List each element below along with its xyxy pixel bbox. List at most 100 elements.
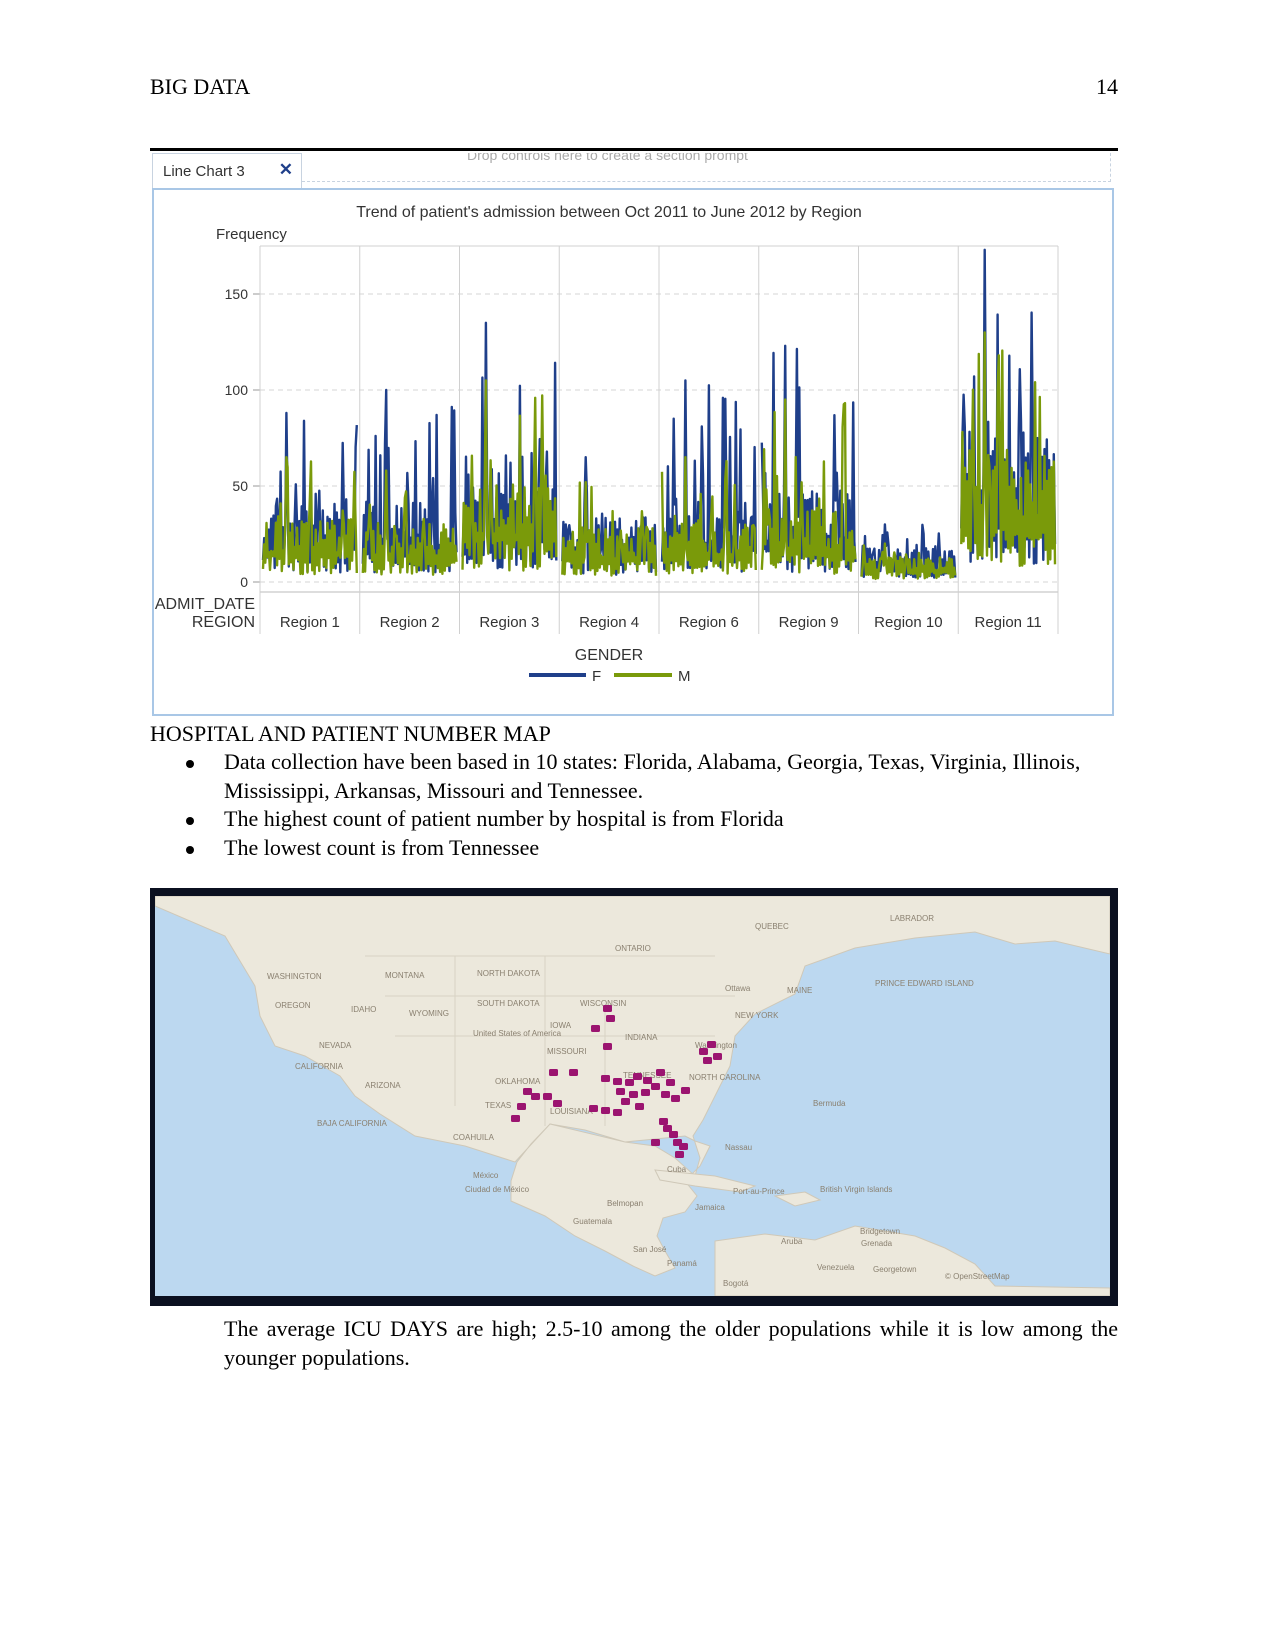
hospital-marker (659, 1118, 668, 1125)
series-line-m (760, 398, 857, 575)
panel-label: Region 2 (380, 614, 440, 631)
map-label-north-carolina: NORTH CAROLINA (689, 1073, 761, 1082)
y-axis-label: Frequency (216, 226, 287, 243)
hospital-marker (603, 1043, 612, 1050)
hospital-marker (656, 1069, 665, 1076)
hospital-marker (625, 1079, 634, 1086)
hospital-marker (517, 1103, 526, 1110)
y-tick-label: 0 (240, 574, 248, 590)
hospital-marker (621, 1098, 630, 1105)
map-label-montana: MONTANA (385, 971, 425, 980)
hospital-marker (531, 1093, 540, 1100)
map-label-north-dakota: NORTH DAKOTA (477, 969, 540, 978)
hospital-marker (707, 1041, 716, 1048)
panel-label: Region 6 (679, 614, 739, 631)
panel-label: Region 1 (280, 614, 340, 631)
hospital-marker (633, 1073, 642, 1080)
map-label-oklahoma: OKLAHOMA (495, 1077, 541, 1086)
map-label-texas: TEXAS (485, 1101, 511, 1110)
y-tick-label: 50 (232, 478, 248, 494)
panel-label: Region 9 (779, 614, 839, 631)
map-label-attribution: © OpenStreetMap (945, 1272, 1010, 1281)
hospital-marker (679, 1143, 688, 1150)
bullet-icon (186, 760, 194, 768)
map-label-wyoming: WYOMING (409, 1009, 449, 1018)
map-label-coahuila: COAHUILA (453, 1133, 495, 1142)
map-label-san-jose: San José (633, 1245, 667, 1254)
map-label-ottawa: Ottawa (725, 984, 751, 993)
bullet-text: Data collection have been based in 10 st… (224, 749, 1081, 803)
hospital-marker (629, 1091, 638, 1098)
hospital-marker (511, 1115, 520, 1122)
legend-title: GENDER (575, 647, 643, 664)
map-label-jamaica: Jamaica (695, 1203, 725, 1212)
map-label-indiana: INDIANA (625, 1033, 658, 1042)
map-label-maine: MAINE (787, 986, 812, 995)
hospital-marker (549, 1069, 558, 1076)
map-label-belmopan: Belmopan (607, 1199, 643, 1208)
list-item: Data collection have been based in 10 st… (150, 748, 1118, 805)
hospital-marker (661, 1091, 670, 1098)
hospital-marker (601, 1075, 610, 1082)
map-label-missouri: MISSOURI (547, 1047, 587, 1056)
map-label-venezuela: Venezuela (817, 1263, 855, 1272)
map-label-georgetown: Georgetown (873, 1265, 917, 1274)
panel-label: Region 11 (974, 614, 1041, 631)
line-chart-figure: Line Chart 3 ✕ Drop controls here to cre… (150, 148, 1118, 716)
map-label-south-dakota: SOUTH DAKOTA (477, 999, 540, 1008)
map-label-nassau: Nassau (725, 1143, 752, 1152)
list-item: The highest count of patient number by h… (150, 805, 1118, 834)
line-chart: Trend of patient's admission between Oct… (155, 204, 1059, 685)
map-label-british-virgin-islands: British Virgin Islands (820, 1185, 892, 1194)
running-header: BIG DATA (150, 74, 251, 99)
hospital-marker (651, 1139, 660, 1146)
x-axis-label: ADMIT_DATE (155, 596, 255, 613)
map-label-united-states: United States of America (473, 1029, 562, 1038)
legend-label-f: F (592, 668, 601, 685)
hospital-marker (569, 1069, 578, 1076)
hospital-marker (589, 1105, 598, 1112)
map-label-panama: Panamá (667, 1259, 697, 1268)
map-label-ontario: ONTARIO (615, 944, 651, 953)
hospital-marker (635, 1103, 644, 1110)
chart-frame: Trend of patient's admission between Oct… (152, 188, 1114, 716)
hospital-marker (713, 1053, 722, 1060)
x-axis-label: REGION (192, 614, 255, 631)
hospital-marker (675, 1151, 684, 1158)
map-label-bermuda: Bermuda (813, 1099, 846, 1108)
hospital-marker (616, 1088, 625, 1095)
map-label-guatemala: Guatemala (573, 1217, 613, 1226)
map-label-california: CALIFORNIA (295, 1062, 344, 1071)
map-label-louisiana: LOUISIANA (550, 1107, 593, 1116)
page-number: 14 (1096, 74, 1118, 99)
hospital-marker (523, 1088, 532, 1095)
bullet-text: The lowest count is from Tennessee (224, 834, 540, 860)
figure-top-rule (150, 148, 1118, 151)
hospital-marker (543, 1093, 552, 1100)
hospital-marker (606, 1015, 615, 1022)
y-tick-label: 150 (225, 286, 249, 302)
map-frame: QUEBEC LABRADOR ONTARIO WASHINGTON MONTANA NO… (155, 896, 1110, 1296)
hospital-map: QUEBEC LABRADOR ONTARIO WASHINGTON MONTANA NO… (155, 896, 1110, 1296)
prompt-drop-zone[interactable]: Drop controls here to create a section p… (302, 153, 1111, 182)
map-label-washington-state: WASHINGTON (267, 972, 322, 981)
chart-title: Trend of patient's admission between Oct… (356, 204, 862, 221)
bullet-text: The highest count of patient number by h… (224, 806, 784, 831)
map-label-aruba: Aruba (781, 1237, 803, 1246)
map-label-oregon: OREGON (275, 1001, 311, 1010)
hospital-marker (601, 1107, 610, 1114)
section-title: HOSPITAL AND PATIENT NUMBER MAP (150, 721, 551, 746)
map-label-idaho: IDAHO (351, 1005, 376, 1014)
map-label-arizona: ARIZONA (365, 1081, 401, 1090)
tab-line-chart[interactable]: Line Chart 3 ✕ (152, 153, 302, 189)
hospital-marker (669, 1131, 678, 1138)
hospital-marker (613, 1109, 622, 1116)
map-label-grenada: Grenada (861, 1239, 893, 1248)
close-icon[interactable]: ✕ (279, 160, 293, 180)
map-label-bogota: Bogotá (723, 1279, 749, 1288)
hospital-marker (603, 1005, 612, 1012)
tab-label: Line Chart 3 (163, 163, 245, 180)
bullet-list: Data collection have been based in 10 st… (150, 748, 1118, 862)
map-label-nevada: NEVADA (319, 1041, 352, 1050)
map-label-labrador: LABRADOR (890, 914, 934, 923)
